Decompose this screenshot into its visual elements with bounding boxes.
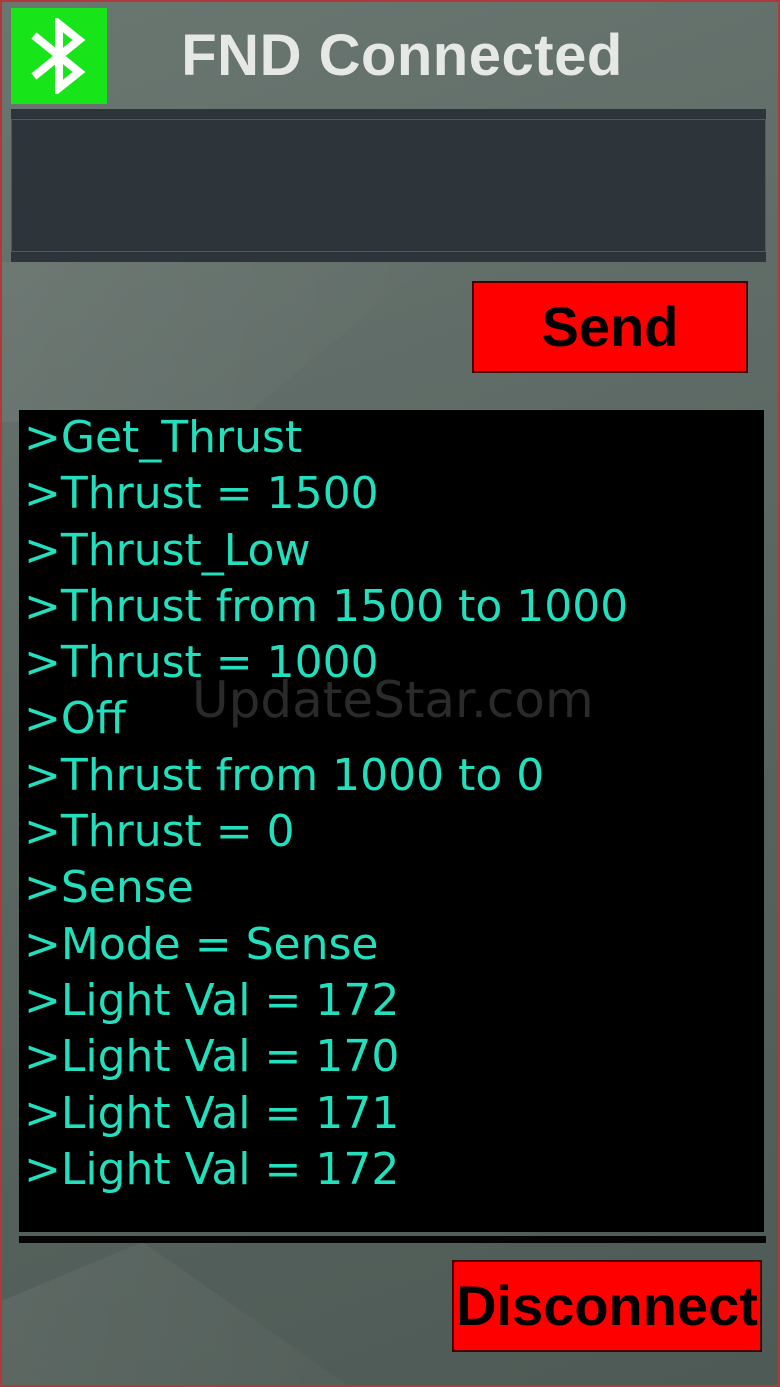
- command-input-container: [11, 109, 766, 262]
- console-scrollbar[interactable]: [19, 1236, 766, 1243]
- disconnect-button[interactable]: Disconnect: [452, 1260, 762, 1352]
- console-line: >Get_Thrust: [24, 412, 303, 463]
- console-line: >Sense: [24, 862, 194, 914]
- console-line: >Light Val = 170: [24, 1031, 400, 1083]
- app-screen: FND Connected Send >Get_Thrust >Thrust =…: [0, 0, 780, 1387]
- send-button[interactable]: Send: [472, 281, 748, 373]
- console-line: >Thrust = 0: [24, 806, 295, 858]
- console-line: >Off: [24, 693, 126, 745]
- console-line: >Thrust = 1500: [24, 468, 379, 520]
- console-line: >Mode = Sense: [24, 918, 379, 970]
- connection-status-title: FND Connected: [181, 23, 623, 88]
- console-line: >Light Val = 172: [24, 1143, 400, 1195]
- console-line: >Thrust from 1500 to 1000: [24, 580, 629, 632]
- console-line: >Thrust = 1000: [24, 637, 379, 689]
- command-input[interactable]: [11, 119, 766, 252]
- console-line: >Light Val = 172: [24, 974, 400, 1026]
- bluetooth-icon: [31, 18, 86, 94]
- console-line: >Light Val = 171: [24, 1087, 400, 1139]
- bluetooth-button[interactable]: [11, 8, 107, 104]
- console-line: >Thrust_Low: [24, 524, 311, 576]
- console-line: >Thrust from 1000 to 0: [24, 749, 545, 801]
- console-log[interactable]: >Get_Thrust >Thrust = 1500 >Thrust_Low >…: [19, 410, 764, 1232]
